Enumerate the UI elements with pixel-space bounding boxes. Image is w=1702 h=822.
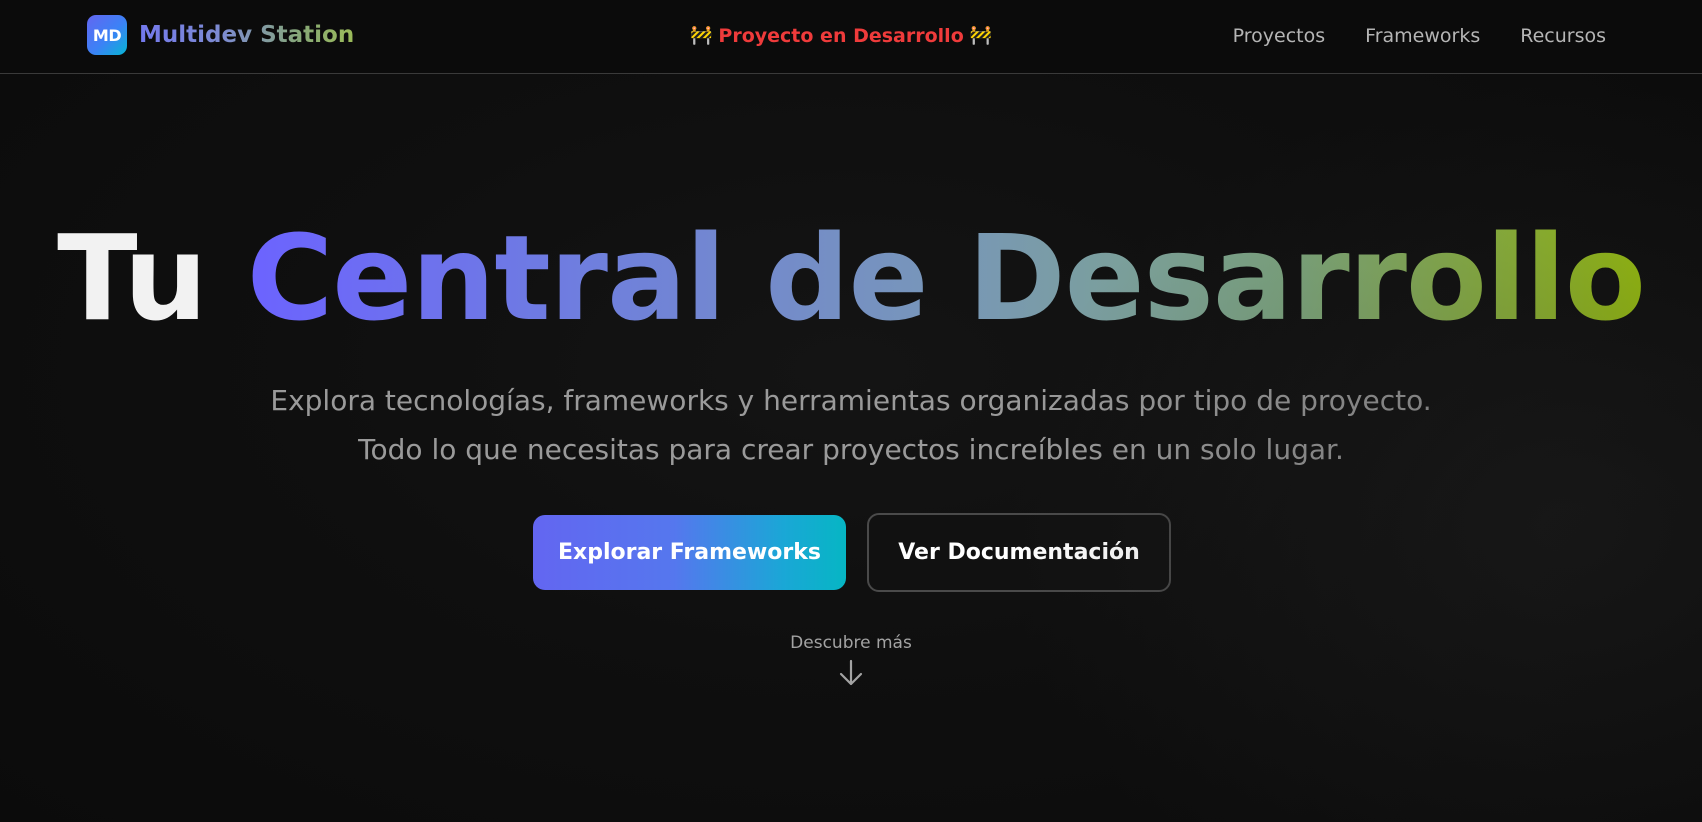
hero-title: Tu Central de Desarrollo	[0, 208, 1702, 348]
explore-frameworks-button[interactable]: Explorar Frameworks	[533, 515, 846, 590]
hero-title-highlight: Central de Desarrollo	[246, 209, 1646, 347]
nav-link-recursos[interactable]: Recursos	[1520, 25, 1606, 47]
brand-name: Multidev Station	[139, 22, 355, 48]
nav-link-frameworks[interactable]: Frameworks	[1365, 25, 1480, 47]
page: MD Multidev Station 🚧 Proyecto en Desarr…	[0, 0, 1702, 822]
logo-badge: MD	[87, 15, 127, 55]
top-navbar: MD Multidev Station 🚧 Proyecto en Desarr…	[0, 0, 1702, 74]
construction-barrier-icon: 🚧	[690, 25, 713, 46]
dev-status-banner: 🚧 Proyecto en Desarrollo 🚧	[690, 22, 992, 50]
construction-barrier-icon: 🚧	[969, 25, 993, 46]
nav-link-proyectos[interactable]: Proyectos	[1233, 25, 1326, 47]
arrow-down-icon	[838, 659, 864, 687]
hero-subtitle-line1: Explora tecnologías, frameworks y herram…	[270, 384, 1432, 417]
dev-status-text: Proyecto en Desarrollo	[718, 25, 964, 47]
hero-title-lead: Tu	[57, 209, 208, 347]
view-docs-button[interactable]: Ver Documentación	[867, 513, 1171, 592]
main-nav: Proyectos Frameworks Recursos	[1233, 22, 1606, 50]
hero-subtitle-line2: Todo lo que necesitas para crear proyect…	[358, 433, 1344, 466]
brand-link[interactable]: MD Multidev Station	[87, 15, 354, 55]
discover-more-text: Descubre más	[790, 633, 912, 653]
discover-more-link[interactable]: Descubre más	[751, 633, 951, 687]
